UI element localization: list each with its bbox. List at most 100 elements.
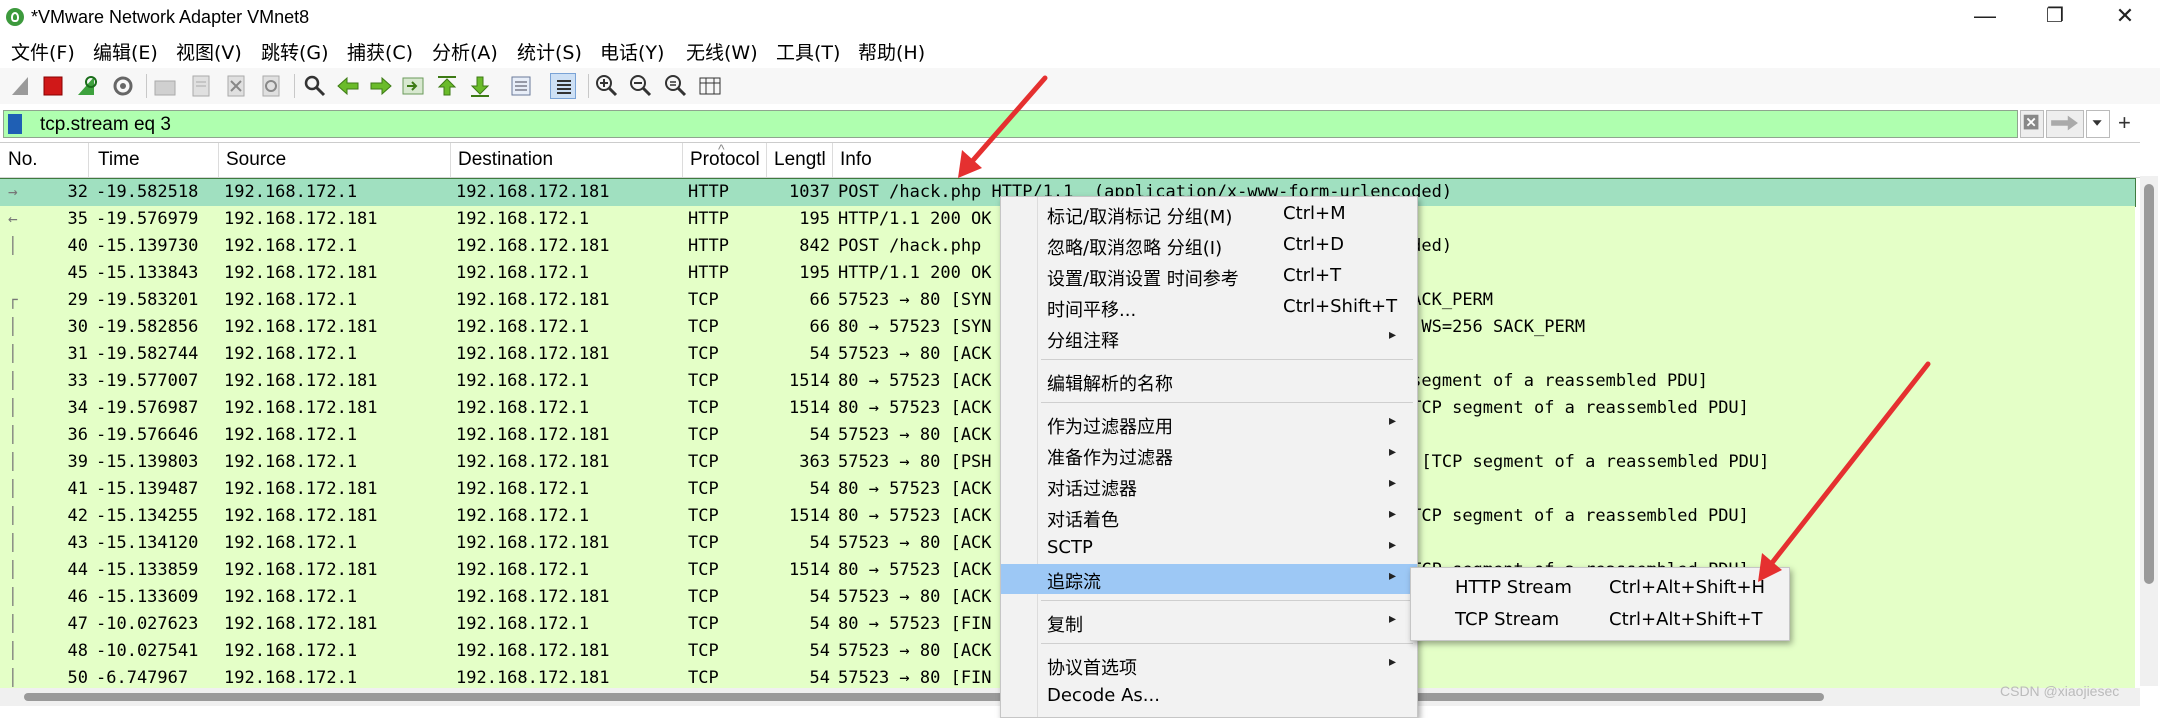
cell-no: 39 bbox=[67, 452, 88, 472]
menu-go[interactable]: 跳转(G) bbox=[261, 38, 329, 65]
reload-icon[interactable] bbox=[258, 73, 284, 99]
filter-text[interactable]: tcp.stream eq 3 bbox=[40, 114, 171, 136]
relation-mark: │ bbox=[8, 371, 18, 390]
close-button[interactable]: ✕ bbox=[2090, 0, 2160, 34]
context-menu-item-label: 作为过滤器应用 bbox=[1047, 417, 1173, 438]
capture-options-icon[interactable] bbox=[110, 73, 136, 99]
context-menu-item[interactable]: 准备作为过滤器 ▸ bbox=[1001, 440, 1417, 470]
col-length[interactable]: Lengtl bbox=[774, 149, 826, 171]
add-filter-button-icon[interactable]: + bbox=[2118, 110, 2131, 136]
display-filter-bar: tcp.stream eq 3 bbox=[0, 108, 2160, 140]
cell-destination: 192.168.172.181 bbox=[456, 236, 610, 256]
context-menu-item-label: 编辑解析的名称 bbox=[1047, 374, 1173, 395]
relation-mark: │ bbox=[8, 668, 18, 687]
menu-telephony[interactable]: 电话(Y) bbox=[600, 38, 664, 65]
context-menu-item[interactable]: 复制 ▸ bbox=[1001, 607, 1417, 637]
col-destination[interactable]: Destination bbox=[458, 149, 553, 171]
col-source[interactable]: Source bbox=[226, 149, 286, 171]
go-back-icon[interactable] bbox=[335, 73, 361, 99]
stop-icon[interactable] bbox=[40, 73, 66, 99]
cell-length: 1037 bbox=[789, 182, 830, 202]
cell-info: 80 → 57523 [ACK bbox=[838, 479, 992, 499]
menu-analyze[interactable]: 分析(A) bbox=[432, 38, 498, 65]
context-menu-item[interactable]: 对话过滤器 ▸ bbox=[1001, 471, 1417, 501]
cell-destination: 192.168.172.1 bbox=[456, 263, 590, 283]
submenu-arrow-icon: ▸ bbox=[1389, 537, 1397, 553]
menu-separator bbox=[1041, 643, 1413, 644]
vertical-scrollbar[interactable] bbox=[2140, 176, 2158, 686]
menu-separator bbox=[1041, 402, 1413, 403]
context-menu-item[interactable]: 作为过滤器应用 ▸ bbox=[1001, 409, 1417, 439]
resize-columns-icon[interactable] bbox=[697, 73, 723, 99]
apply-filter-icon[interactable] bbox=[2046, 110, 2084, 138]
context-menu-item[interactable]: Decode As... bbox=[1001, 681, 1417, 711]
context-menu-item[interactable]: 协议首选项 ▸ bbox=[1001, 650, 1417, 680]
context-menu-item[interactable]: 标记/取消标记 分组(M) Ctrl+M bbox=[1001, 199, 1417, 229]
zoom-normal-icon[interactable] bbox=[663, 73, 689, 99]
go-last-icon[interactable] bbox=[467, 73, 493, 99]
shark-fin-icon[interactable] bbox=[8, 73, 34, 99]
col-info[interactable]: Info bbox=[840, 149, 872, 171]
context-menu-item[interactable]: 设置/取消设置 时间参考 Ctrl+T bbox=[1001, 261, 1417, 291]
cell-time: -15.139487 bbox=[96, 479, 199, 499]
context-menu-item[interactable]: 分组注释 ▸ bbox=[1001, 323, 1417, 353]
menu-edit[interactable]: 编辑(E) bbox=[93, 38, 158, 65]
col-time[interactable]: Time bbox=[98, 149, 140, 171]
submenu-tcp-stream-shortcut: Ctrl+Alt+Shift+T bbox=[1609, 609, 1763, 630]
submenu-arrow-icon: ▸ bbox=[1389, 568, 1397, 584]
col-no[interactable]: No. bbox=[8, 149, 38, 171]
cell-length: 1514 bbox=[789, 371, 830, 391]
menu-file[interactable]: 文件(F) bbox=[11, 38, 75, 65]
autoscroll-icon[interactable] bbox=[508, 73, 534, 99]
cell-info: 57523 → 80 [ACK bbox=[838, 533, 992, 553]
submenu-http-stream[interactable]: HTTP Stream Ctrl+Alt+Shift+H bbox=[1411, 572, 1789, 604]
cell-no: 36 bbox=[67, 425, 88, 445]
cell-time: -10.027623 bbox=[96, 614, 199, 634]
zoom-in-icon[interactable] bbox=[594, 73, 620, 99]
context-menu-item[interactable]: 对话着色 ▸ bbox=[1001, 502, 1417, 532]
context-menu-item[interactable]: 追踪流 ▸ bbox=[1001, 564, 1417, 594]
context-menu-item[interactable]: SCTP ▸ bbox=[1001, 533, 1417, 563]
maximize-button[interactable]: ❐ bbox=[2020, 0, 2090, 34]
cell-time: -6.747967 bbox=[96, 668, 189, 688]
submenu-tcp-stream[interactable]: TCP Stream Ctrl+Alt+Shift+T bbox=[1411, 604, 1789, 636]
colorize-icon[interactable] bbox=[550, 73, 576, 99]
cell-source: 192.168.172.181 bbox=[224, 506, 378, 526]
wireshark-logo-icon bbox=[6, 8, 24, 26]
cell-length: 1514 bbox=[789, 398, 830, 418]
menu-capture[interactable]: 捕获(C) bbox=[347, 38, 413, 65]
menu-wireless[interactable]: 无线(W) bbox=[686, 38, 758, 65]
save-file-icon[interactable] bbox=[188, 73, 214, 99]
cell-source: 192.168.172.1 bbox=[224, 587, 358, 607]
find-packet-icon[interactable] bbox=[302, 73, 328, 99]
menu-help[interactable]: 帮助(H) bbox=[858, 38, 925, 65]
menu-tools[interactable]: 工具(T) bbox=[776, 38, 840, 65]
display-filter-input[interactable]: tcp.stream eq 3 bbox=[3, 110, 2018, 138]
go-forward-icon[interactable] bbox=[368, 73, 394, 99]
cell-length: 54 bbox=[809, 479, 830, 499]
open-file-icon[interactable] bbox=[152, 73, 178, 99]
submenu-arrow-icon: ▸ bbox=[1389, 413, 1397, 429]
filter-dropdown-icon[interactable] bbox=[2086, 110, 2110, 138]
context-menu-item[interactable]: 编辑解析的名称 bbox=[1001, 366, 1417, 396]
cell-time: -15.139730 bbox=[96, 236, 199, 256]
context-menu-item[interactable]: 忽略/取消忽略 分组(I) Ctrl+D bbox=[1001, 230, 1417, 260]
relation-mark: │ bbox=[8, 479, 18, 498]
cell-no: 50 bbox=[67, 668, 88, 688]
go-first-icon[interactable] bbox=[434, 73, 460, 99]
vertical-scroll-thumb[interactable] bbox=[2144, 184, 2154, 584]
zoom-out-icon[interactable] bbox=[628, 73, 654, 99]
relation-mark: │ bbox=[8, 317, 18, 336]
clear-filter-icon[interactable] bbox=[2020, 110, 2044, 138]
cell-no: 45 bbox=[67, 263, 88, 283]
restart-capture-icon[interactable] bbox=[74, 73, 100, 99]
go-to-packet-icon[interactable] bbox=[400, 73, 426, 99]
relation-mark: │ bbox=[8, 425, 18, 444]
menu-view[interactable]: 视图(V) bbox=[176, 38, 242, 65]
bookmark-icon[interactable] bbox=[8, 114, 22, 134]
horizontal-scroll-thumb[interactable] bbox=[24, 693, 1824, 701]
minimize-button[interactable]: — bbox=[1950, 0, 2020, 34]
close-file-icon[interactable] bbox=[223, 73, 249, 99]
context-menu-item[interactable]: 时间平移... Ctrl+Shift+T bbox=[1001, 292, 1417, 322]
menu-statistics[interactable]: 统计(S) bbox=[517, 38, 582, 65]
